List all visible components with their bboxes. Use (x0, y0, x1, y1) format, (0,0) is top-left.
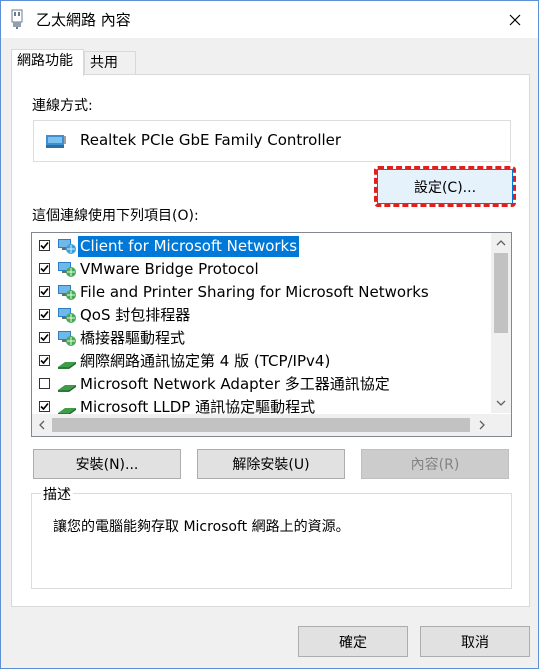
network-service-icon (57, 284, 77, 305)
list-item-label: Client for Microsoft Networks (78, 236, 300, 257)
scroll-up-icon[interactable] (491, 233, 511, 253)
checkmark-icon (40, 310, 49, 319)
properties-window: 乙太網路 內容 網路功能 共用 連線方式: Realtek PCIe GbE F… (0, 0, 539, 669)
title-bar[interactable]: 乙太網路 內容 (1, 1, 538, 38)
network-service-icon (57, 261, 77, 282)
scroll-left-icon[interactable] (32, 414, 52, 436)
checkmark-icon (40, 264, 49, 273)
checkbox-checked[interactable] (39, 355, 50, 366)
items-list[interactable]: Client for Microsoft Networks VMware Brid… (31, 232, 512, 437)
list-item-label: Microsoft Network Adapter 多工器通訊協定 (80, 375, 390, 393)
horizontal-scroll-thumb[interactable] (52, 418, 470, 432)
highlight-annotation (374, 166, 516, 207)
vertical-scroll-thumb[interactable] (494, 253, 508, 333)
ok-button[interactable]: 確定 (298, 626, 408, 657)
list-item-label: QoS 封包排程器 (80, 306, 191, 324)
network-service-icon (57, 330, 77, 351)
list-item[interactable]: 網際網路通訊協定第 4 版 (TCP/IPv4) (32, 350, 490, 373)
checkbox-checked[interactable] (39, 401, 50, 412)
adapter-name: Realtek PCIe GbE Family Controller (80, 131, 342, 149)
install-button[interactable]: 安裝(N)... (33, 449, 181, 479)
list-item[interactable]: QoS 封包排程器 (32, 304, 490, 327)
list-item-label: File and Printer Sharing for Microsoft N… (80, 283, 429, 301)
vertical-scrollbar[interactable] (491, 233, 511, 413)
checkmark-icon (40, 287, 49, 296)
description-text: 讓您的電腦能夠存取 Microsoft 網路上的資源。 (53, 519, 350, 535)
list-item[interactable]: 橋接器驅動程式 (32, 327, 490, 350)
checkbox-checked[interactable] (39, 286, 50, 297)
checkbox-checked[interactable] (39, 263, 50, 274)
list-item-label: VMware Bridge Protocol (80, 260, 259, 278)
items-list-content: Client for Microsoft Networks VMware Brid… (32, 233, 490, 416)
checkmark-icon (40, 241, 49, 250)
protocol-icon (57, 376, 77, 397)
properties-button[interactable]: 內容(R) (361, 449, 509, 479)
horizontal-scrollbar[interactable] (32, 414, 511, 436)
checkbox-checked[interactable] (39, 240, 50, 251)
checkmark-icon (40, 333, 49, 342)
checkmark-icon (40, 356, 49, 365)
uninstall-button[interactable]: 解除安裝(U) (197, 449, 345, 479)
scroll-down-icon[interactable] (491, 393, 511, 413)
close-button[interactable] (492, 1, 538, 38)
checkbox-checked[interactable] (39, 309, 50, 320)
list-item[interactable]: VMware Bridge Protocol (32, 258, 490, 281)
list-item-label: 網際網路通訊協定第 4 版 (TCP/IPv4) (80, 352, 331, 370)
checkbox-checked[interactable] (39, 332, 50, 343)
items-label: 這個連線使用下列項目(O): (32, 208, 199, 224)
checkmark-icon (40, 402, 49, 411)
description-legend: 描述 (41, 484, 73, 504)
network-adapter-icon (11, 9, 23, 29)
list-item-label: 橋接器驅動程式 (80, 329, 186, 347)
scroll-corner (491, 414, 511, 436)
tab-networking[interactable]: 網路功能 (11, 49, 84, 76)
network-card-icon (46, 135, 66, 148)
list-item[interactable]: Client for Microsoft Networks (32, 235, 490, 258)
window-title: 乙太網路 內容 (36, 11, 131, 29)
tab-panel: 連線方式: Realtek PCIe GbE Family Controller… (11, 74, 530, 607)
list-item[interactable]: File and Printer Sharing for Microsoft N… (32, 281, 490, 304)
connect-using-label: 連線方式: (32, 98, 93, 114)
tab-sharing[interactable]: 共用 (84, 51, 136, 75)
network-client-icon (57, 238, 77, 259)
cancel-button[interactable]: 取消 (420, 626, 530, 657)
adapter-box: Realtek PCIe GbE Family Controller (33, 120, 511, 162)
close-icon (509, 14, 521, 25)
protocol-icon (57, 353, 77, 374)
description-group: 描述 讓您的電腦能夠存取 Microsoft 網路上的資源。 (31, 484, 512, 589)
list-item[interactable]: Microsoft Network Adapter 多工器通訊協定 (32, 373, 490, 396)
checkbox-unchecked[interactable] (39, 378, 50, 389)
network-service-icon (57, 307, 77, 328)
scroll-right-icon[interactable] (472, 414, 492, 436)
